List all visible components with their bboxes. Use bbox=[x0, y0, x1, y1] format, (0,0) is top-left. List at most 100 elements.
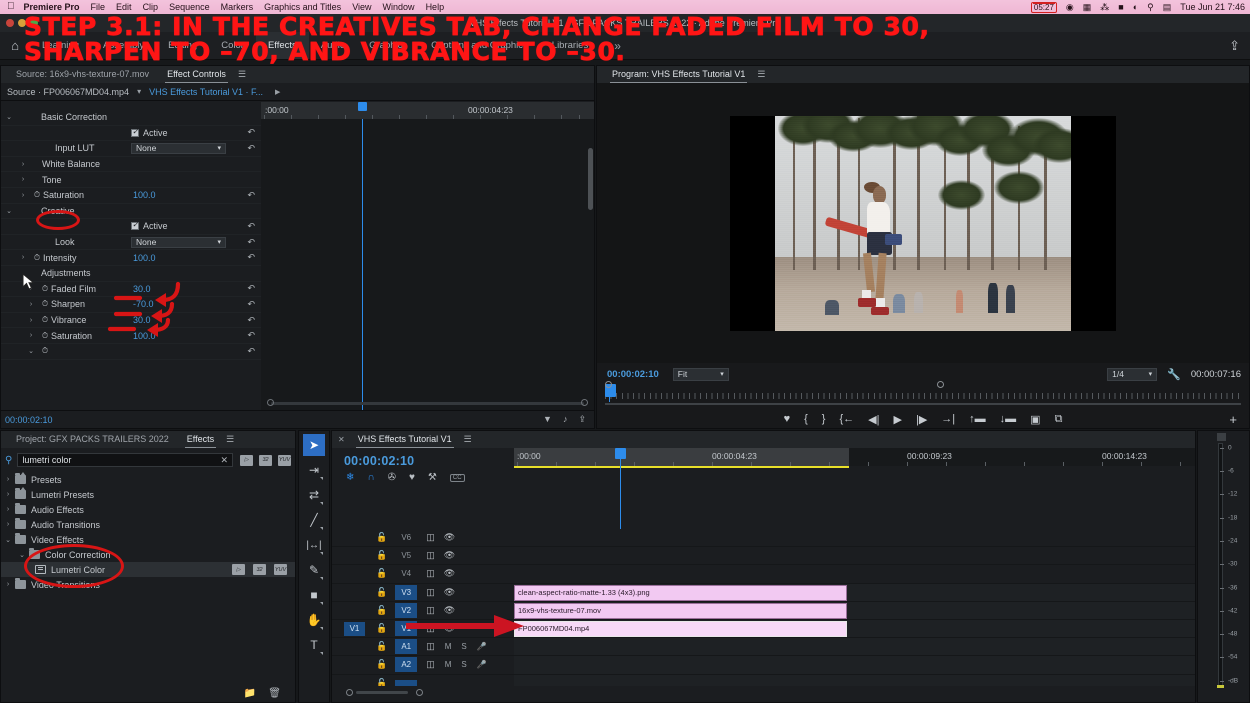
stopwatch-icon[interactable]: ⏱ bbox=[39, 315, 51, 325]
snap-icon[interactable]: ∩ bbox=[367, 472, 374, 483]
slip-tool[interactable]: |↔| bbox=[303, 534, 325, 556]
track-row-a2[interactable]: 🔓 A2 ◫ M S 🎤 bbox=[332, 656, 1195, 675]
workspace-tab-learning[interactable]: Learning bbox=[30, 32, 91, 59]
source-track-indicator-v1[interactable]: V1 bbox=[344, 621, 365, 636]
sync-lock-icon[interactable]: ◫ bbox=[426, 605, 435, 616]
tree-item-audio-effects[interactable]: › Audio Effects bbox=[1, 502, 295, 517]
reset-icon[interactable]: ↶ bbox=[247, 283, 255, 294]
filter-icon[interactable]: ▼ bbox=[543, 414, 552, 425]
timeline-clip-v2[interactable]: 16x9-vhs-texture-07.mov bbox=[514, 602, 847, 619]
menu-view[interactable]: View bbox=[352, 2, 371, 12]
param-value[interactable]: 100.0 bbox=[133, 331, 156, 341]
tab-effects[interactable]: Effects bbox=[178, 431, 223, 448]
track-row-a1[interactable]: 🔓 A1 ◫ M S 🎤 bbox=[332, 638, 1195, 657]
playhead-handle[interactable] bbox=[358, 102, 367, 111]
reset-icon[interactable]: ↶ bbox=[247, 252, 255, 263]
disclosure-arrow-icon[interactable]: ⌄ bbox=[1, 207, 17, 215]
param-value[interactable]: -70.0 bbox=[133, 299, 154, 309]
delete-custom-item-icon[interactable]: 🗑 bbox=[268, 688, 281, 699]
button-editor-button[interactable]: + bbox=[1229, 412, 1237, 427]
look-dropdown[interactable]: None ▾ bbox=[131, 236, 226, 248]
play-triangle-icon[interactable]: ▶ bbox=[275, 88, 280, 96]
chevron-down-icon[interactable]: ▾ bbox=[137, 87, 141, 96]
effect-controls-hscrollbar[interactable] bbox=[265, 399, 590, 406]
voice-over-record-icon[interactable]: 🎤 bbox=[477, 642, 487, 651]
program-duration-timecode[interactable]: 00:00:07:16 bbox=[1191, 369, 1241, 380]
step-back-button[interactable]: ◀| bbox=[868, 413, 879, 426]
timeline-playhead-handle[interactable] bbox=[615, 448, 626, 459]
timeline-clip-v3[interactable]: clean-aspect-ratio-matte-1.33 (4x3).png bbox=[514, 584, 847, 601]
timeline-footer-scrollbar[interactable] bbox=[332, 686, 1195, 702]
track-row-v2[interactable]: 🔓 V2 ◫ 👁 16x9-vhs-texture-07.mov bbox=[332, 601, 1195, 620]
workspace-tab-color[interactable]: Color bbox=[209, 32, 256, 59]
reset-icon[interactable]: ↶ bbox=[247, 315, 255, 326]
panel-menu-icon[interactable]: ☰ bbox=[226, 434, 234, 445]
disclosure-arrow-icon[interactable]: ⌄ bbox=[23, 347, 39, 355]
menu-edit[interactable]: Edit bbox=[116, 2, 132, 12]
panel-menu-icon[interactable]: ☰ bbox=[464, 434, 472, 445]
param-group-creative[interactable]: ⌄ Creative bbox=[1, 204, 261, 220]
search-icon[interactable]: ⚲ bbox=[1147, 2, 1154, 12]
menu-window[interactable]: Window bbox=[383, 2, 415, 12]
disclosure-arrow-icon[interactable]: ⌄ bbox=[1, 113, 17, 121]
param-row[interactable] bbox=[1, 102, 261, 110]
video-frame[interactable] bbox=[730, 115, 1116, 331]
captions-icon[interactable]: CC bbox=[449, 473, 465, 482]
export-icon[interactable]: ⇪ bbox=[1229, 38, 1240, 54]
mute-track-button[interactable]: M bbox=[445, 660, 452, 669]
sync-lock-icon[interactable]: ◫ bbox=[426, 587, 435, 598]
settings-wrench-icon[interactable]: 🔧 bbox=[1167, 368, 1181, 381]
tree-item-video-effects[interactable]: ⌄ Video Effects bbox=[1, 532, 295, 547]
param-input-lut[interactable]: Input LUT None ▾ ↶ bbox=[1, 141, 261, 157]
track-header[interactable]: 🔓 A2 ◫ M S 🎤 bbox=[332, 656, 514, 674]
track-name[interactable]: A1 bbox=[395, 639, 418, 655]
rectangle-tool[interactable]: ■ bbox=[303, 584, 325, 606]
ripple-edit-tool[interactable]: ⇄ bbox=[303, 484, 325, 506]
lock-track-icon[interactable]: 🔓 bbox=[376, 641, 387, 652]
track-row-v5[interactable]: 🔓 V5 ◫ 👁 bbox=[332, 547, 1195, 566]
track-header[interactable]: V1 🔓 V1 ◫ 👁 bbox=[332, 619, 514, 638]
lock-track-icon[interactable]: 🔓 bbox=[376, 550, 387, 561]
param-faded-film[interactable]: › ⏱ Faded Film 30.0 ↶ bbox=[1, 282, 261, 298]
track-name[interactable]: V4 bbox=[395, 566, 417, 581]
export-frame-button[interactable]: ▣ bbox=[1030, 413, 1040, 426]
scrollbar-left-knob[interactable] bbox=[267, 399, 274, 406]
param-intensity[interactable]: › ⏱ Intensity 100.0 ↶ bbox=[1, 250, 261, 266]
reset-icon[interactable]: ↶ bbox=[247, 237, 255, 248]
sync-lock-icon[interactable]: ◫ bbox=[426, 532, 435, 543]
disclosure-arrow-icon[interactable]: › bbox=[1, 506, 15, 513]
menu-bar-clock[interactable]: Tue Jun 21 7:46 bbox=[1180, 2, 1245, 12]
go-to-in-button[interactable]: {← bbox=[839, 413, 854, 426]
hand-tool[interactable]: ✋ bbox=[303, 609, 325, 631]
track-visibility-icon[interactable]: 👁 bbox=[444, 605, 455, 616]
param-value[interactable]: 30.0 bbox=[133, 284, 151, 294]
scrollbar-left-knob[interactable] bbox=[346, 689, 353, 696]
workspace-tab-editing[interactable]: Editing bbox=[156, 32, 209, 59]
tree-item-presets[interactable]: › Presets bbox=[1, 472, 295, 487]
stopwatch-icon[interactable]: ⏱ bbox=[39, 331, 51, 341]
wifi-icon[interactable]: ◐ bbox=[1133, 2, 1138, 12]
tree-item-video-transitions[interactable]: › Video Transitions bbox=[1, 577, 295, 592]
stopwatch-icon[interactable]: ⏱ bbox=[39, 284, 51, 294]
track-name[interactable]: V2 bbox=[395, 602, 418, 618]
export-frame-icon[interactable]: ⇪ bbox=[578, 414, 586, 425]
menu-graphics-and-titles[interactable]: Graphics and Titles bbox=[264, 2, 341, 12]
close-icon[interactable]: ✕ bbox=[338, 435, 349, 444]
sync-lock-icon[interactable]: ◫ bbox=[426, 659, 435, 670]
program-monitor-scrubber[interactable] bbox=[597, 381, 1249, 406]
program-monitor-stage[interactable] bbox=[597, 83, 1249, 363]
param-vibrance[interactable]: › ⏱ Vibrance 30.0 ↶ bbox=[1, 313, 261, 329]
add-marker-icon[interactable]: ♥ bbox=[409, 472, 415, 483]
clear-search-icon[interactable]: ✕ bbox=[220, 455, 228, 466]
program-playhead-timecode[interactable]: 00:00:02:10 bbox=[597, 369, 659, 380]
audio-loop-icon[interactable]: ♪ bbox=[563, 414, 568, 425]
lock-track-icon[interactable]: 🔓 bbox=[376, 623, 387, 634]
zoom-level-dropdown[interactable]: Fit ▾ bbox=[672, 367, 729, 381]
work-area-bar[interactable] bbox=[514, 466, 849, 468]
disclosure-arrow-icon[interactable]: › bbox=[15, 254, 31, 261]
disclosure-arrow-icon[interactable]: › bbox=[15, 176, 31, 183]
voice-over-record-icon[interactable]: 🎤 bbox=[477, 660, 487, 669]
32-bit-color-badge[interactable]: 32 bbox=[259, 454, 272, 466]
workspace-tab-libraries[interactable]: Libraries bbox=[540, 32, 600, 59]
track-lane[interactable] bbox=[514, 547, 1195, 565]
